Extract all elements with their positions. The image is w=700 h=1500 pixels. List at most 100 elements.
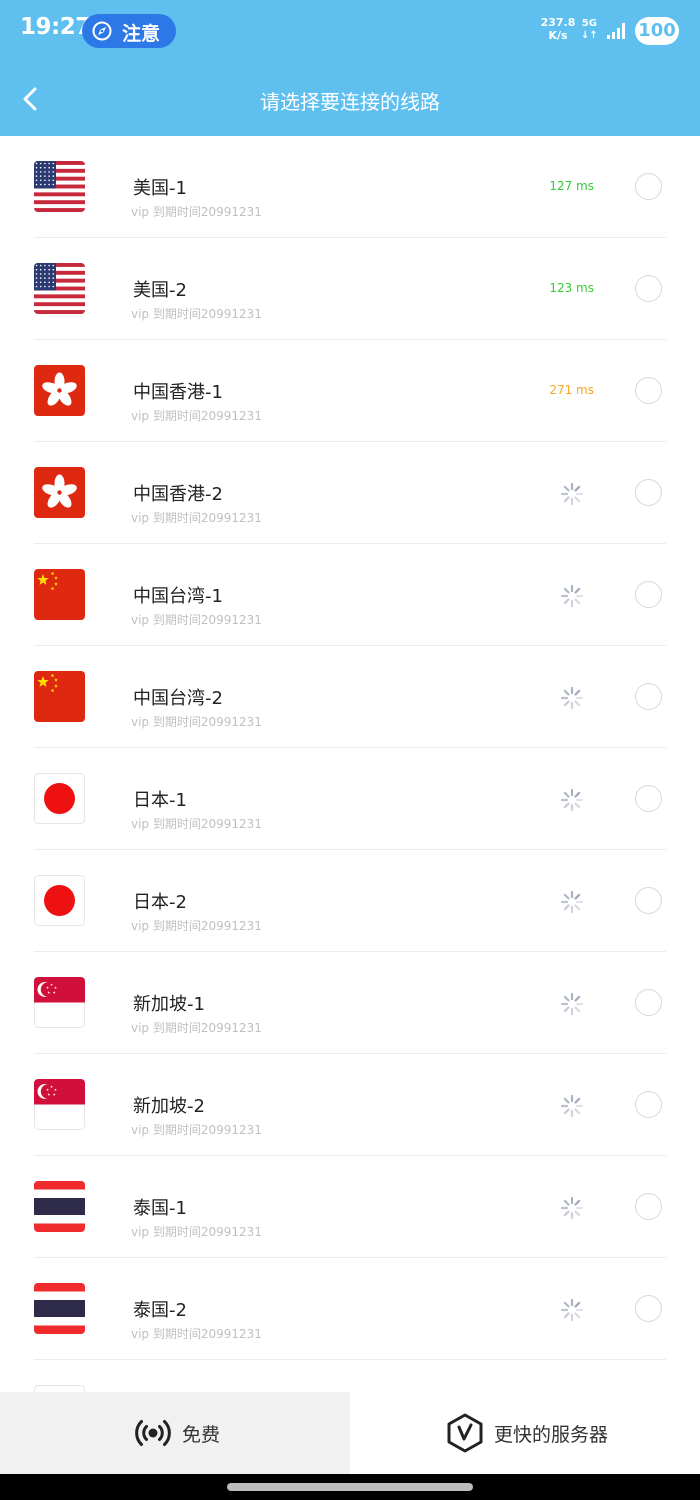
server-radio[interactable] <box>635 1193 662 1220</box>
server-name: 泰国-1 <box>133 1198 187 1219</box>
server-row[interactable]: 中国香港-1 vip 到期时间20991231 271 ms <box>0 340 700 442</box>
loading-spinner-icon <box>560 1298 584 1322</box>
server-expiry: vip 到期时间20991231 <box>131 307 262 321</box>
server-name: 中国香港-2 <box>133 484 223 505</box>
net-speed-value: 237.8 <box>540 16 576 29</box>
server-name: 日本-1 <box>133 790 187 811</box>
server-radio[interactable] <box>635 1091 662 1118</box>
flag-sg-icon <box>34 977 85 1028</box>
flag-jp-icon <box>34 875 85 926</box>
server-radio[interactable] <box>635 275 662 302</box>
server-row[interactable]: 中国香港-2 vip 到期时间20991231 <box>0 442 700 544</box>
server-name: 美国-2 <box>133 280 187 301</box>
server-name: 新加坡-2 <box>133 1096 205 1117</box>
server-expiry: vip 到期时间20991231 <box>131 919 262 933</box>
latency-value: 271 ms <box>549 383 594 397</box>
status-bar: 19:27 注意 237.8 K/s 5G ↓↑ 100 <box>0 0 700 62</box>
battery-indicator: 100 <box>635 17 679 45</box>
server-expiry: vip 到期时间20991231 <box>131 1021 262 1035</box>
partial-flag <box>34 1385 85 1392</box>
home-indicator[interactable] <box>227 1483 473 1491</box>
server-radio[interactable] <box>635 887 662 914</box>
latency-value: 127 ms <box>549 179 594 193</box>
server-expiry: vip 到期时间20991231 <box>131 817 262 831</box>
flag-th-icon <box>34 1181 85 1232</box>
status-time: 19:27 <box>20 14 91 40</box>
loading-spinner-icon <box>560 686 584 710</box>
server-name: 中国台湾-2 <box>133 688 223 709</box>
bottom-tabs: 免费 更快的服务器 <box>0 1392 700 1474</box>
server-row[interactable]: 美国-1 vip 到期时间20991231 127 ms <box>0 136 700 238</box>
notice-pill[interactable]: 注意 <box>82 14 176 48</box>
server-expiry: vip 到期时间20991231 <box>131 1123 262 1137</box>
loading-spinner-icon <box>560 1196 584 1220</box>
tab-free[interactable]: 免费 <box>0 1392 350 1474</box>
server-expiry: vip 到期时间20991231 <box>131 613 262 627</box>
server-radio[interactable] <box>635 1295 662 1322</box>
loading-spinner-icon <box>560 584 584 608</box>
network-type: 5G ↓↑ <box>581 18 598 42</box>
data-arrows-icon: ↓↑ <box>581 30 598 41</box>
server-row[interactable]: 日本-1 vip 到期时间20991231 <box>0 748 700 850</box>
server-row[interactable]: 新加坡-2 vip 到期时间20991231 <box>0 1054 700 1156</box>
flag-cn-icon <box>34 671 85 722</box>
server-expiry: vip 到期时间20991231 <box>131 1225 262 1239</box>
server-name: 泰国-2 <box>133 1300 187 1321</box>
net-type-label: 5G <box>581 18 597 29</box>
compass-icon <box>92 21 112 41</box>
page-title: 请选择要连接的线路 <box>260 90 440 114</box>
loading-spinner-icon <box>560 1094 584 1118</box>
net-speed-unit: K/s <box>548 29 568 42</box>
server-name: 新加坡-1 <box>133 994 205 1015</box>
server-radio[interactable] <box>635 173 662 200</box>
server-expiry: vip 到期时间20991231 <box>131 715 262 729</box>
server-name: 中国台湾-1 <box>133 586 223 607</box>
server-radio[interactable] <box>635 377 662 404</box>
tab-free-label: 免费 <box>182 1424 221 1446</box>
flag-hk-icon <box>34 467 85 518</box>
server-row[interactable]: 新加坡-1 vip 到期时间20991231 <box>0 952 700 1054</box>
notice-label: 注意 <box>122 23 161 45</box>
server-name: 日本-2 <box>133 892 187 913</box>
page-header: 请选择要连接的线路 <box>0 62 700 136</box>
server-name: 美国-1 <box>133 178 187 199</box>
server-radio[interactable] <box>635 581 662 608</box>
flag-jp-icon <box>34 773 85 824</box>
tab-faster-label: 更快的服务器 <box>494 1424 609 1446</box>
server-expiry: vip 到期时间20991231 <box>131 511 262 525</box>
loading-spinner-icon <box>560 482 584 506</box>
server-row[interactable]: 美国-2 vip 到期时间20991231 123 ms <box>0 238 700 340</box>
loading-spinner-icon <box>560 992 584 1016</box>
broadcast-icon <box>135 1420 171 1446</box>
server-radio[interactable] <box>635 989 662 1016</box>
server-row[interactable]: 泰国-2 vip 到期时间20991231 <box>0 1258 700 1360</box>
server-list: 美国-1 vip 到期时间20991231 127 ms 美国-2 vip 到期时间20… <box>0 136 700 1392</box>
system-nav-bar <box>0 1474 700 1500</box>
server-name: 中国香港-1 <box>133 382 223 403</box>
flag-us-icon <box>34 161 85 212</box>
server-expiry: vip 到期时间20991231 <box>131 409 262 423</box>
tab-faster-servers[interactable]: 更快的服务器 <box>350 1392 700 1474</box>
server-row[interactable]: 中国台湾-1 vip 到期时间20991231 <box>0 544 700 646</box>
server-expiry: vip 到期时间20991231 <box>131 1327 262 1341</box>
network-speed: 237.8 K/s <box>540 16 576 42</box>
flag-cn-icon <box>34 569 85 620</box>
flag-us-icon <box>34 263 85 314</box>
top-bar: 19:27 注意 237.8 K/s 5G ↓↑ 100 请选择要连接的线路 <box>0 0 700 136</box>
row-divider <box>34 1359 666 1360</box>
server-expiry: vip 到期时间20991231 <box>131 205 262 219</box>
server-radio[interactable] <box>635 683 662 710</box>
server-row[interactable]: 日本-2 vip 到期时间20991231 <box>0 850 700 952</box>
server-row[interactable]: 泰国-1 vip 到期时间20991231 <box>0 1156 700 1258</box>
flag-th-icon <box>34 1283 85 1334</box>
latency-value: 123 ms <box>549 281 594 295</box>
server-radio[interactable] <box>635 479 662 506</box>
flag-hk-icon <box>34 365 85 416</box>
flag-sg-icon <box>34 1079 85 1130</box>
server-row[interactable]: 中国台湾-2 vip 到期时间20991231 <box>0 646 700 748</box>
loading-spinner-icon <box>560 890 584 914</box>
loading-spinner-icon <box>560 788 584 812</box>
signal-icon <box>607 23 625 39</box>
hexagon-v-icon <box>447 1413 483 1453</box>
server-radio[interactable] <box>635 785 662 812</box>
